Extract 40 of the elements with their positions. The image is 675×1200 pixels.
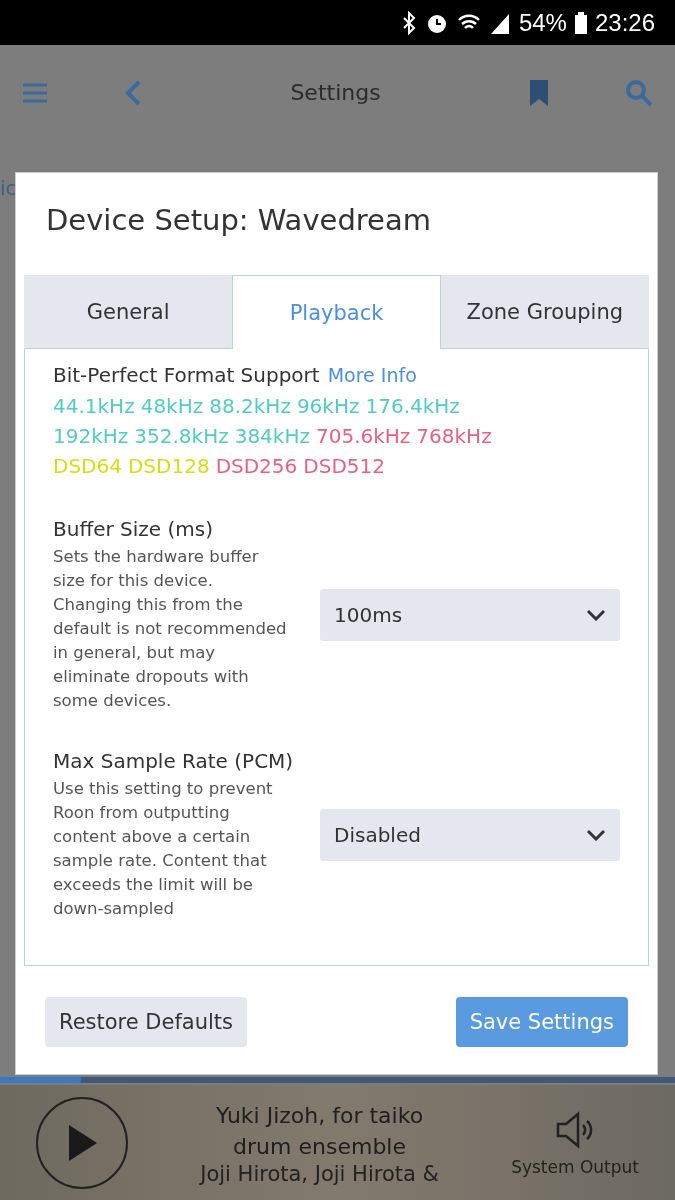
- search-icon[interactable]: [625, 78, 653, 107]
- track-title: Yuki Jizoh, for taiko drum ensemble: [215, 1101, 425, 1161]
- format-label: 384kHz: [234, 423, 310, 450]
- format-label: DSD256: [215, 453, 298, 480]
- format-label: 768kHz: [416, 423, 492, 450]
- format-label: 48kHz: [140, 393, 204, 420]
- format-label: DSD64: [53, 453, 122, 480]
- format-label: DSD128: [127, 453, 210, 480]
- setting-label: Max Sample Rate (PCM): [53, 749, 293, 773]
- back-icon[interactable]: [124, 79, 142, 106]
- chevron-down-icon: [586, 829, 606, 841]
- bluetooth-icon: [400, 10, 417, 35]
- battery-percentage: 54%: [518, 8, 567, 37]
- format-label: 192kHz: [53, 423, 129, 450]
- dropdown[interactable]: 100ms: [320, 589, 620, 641]
- page-title: Settings: [289, 80, 382, 105]
- menu-icon[interactable]: [22, 82, 48, 103]
- format-label: 44.1kHz: [53, 393, 135, 420]
- format-label: 88.2kHz: [209, 393, 291, 420]
- format-label: 705.6kHz: [315, 423, 411, 450]
- setting-description: Sets the hardware buffer size for this device. Changing this from the default is not recommended in general, but may eliminate dropouts with some devices.: [53, 546, 288, 712]
- format-label: 176.4kHz: [365, 393, 460, 420]
- section-label: Bit-Perfect Format Support: [53, 363, 320, 387]
- chevron-down-icon: [586, 609, 606, 621]
- setting-label: Buffer Size (ms): [53, 517, 214, 541]
- format-label: 96kHz: [296, 393, 360, 420]
- dialog-title: Device Setup: Wavedream: [45, 202, 432, 239]
- play-button[interactable]: [36, 1096, 128, 1189]
- tab[interactable]: Zone Grouping: [440, 275, 649, 349]
- progress-bar[interactable]: [0, 1077, 675, 1083]
- track-artist: Joji Hirota, Joji Hirota &: [200, 1161, 439, 1186]
- restore-button[interactable]: Restore Defaults: [45, 997, 248, 1047]
- format-label: DSD512: [303, 453, 385, 480]
- bookmark-icon[interactable]: [529, 79, 549, 106]
- setting-description: Use this setting to prevent Roon from outputting content above a certain sample rate. Content that exceeds the limit will be down-sampled: [53, 778, 274, 920]
- battery-icon: [574, 11, 587, 34]
- dropdown[interactable]: Disabled: [320, 809, 620, 861]
- clock-time: 23:26: [594, 8, 655, 37]
- tab[interactable]: General: [24, 275, 233, 349]
- format-label: 352.8kHz: [134, 423, 229, 450]
